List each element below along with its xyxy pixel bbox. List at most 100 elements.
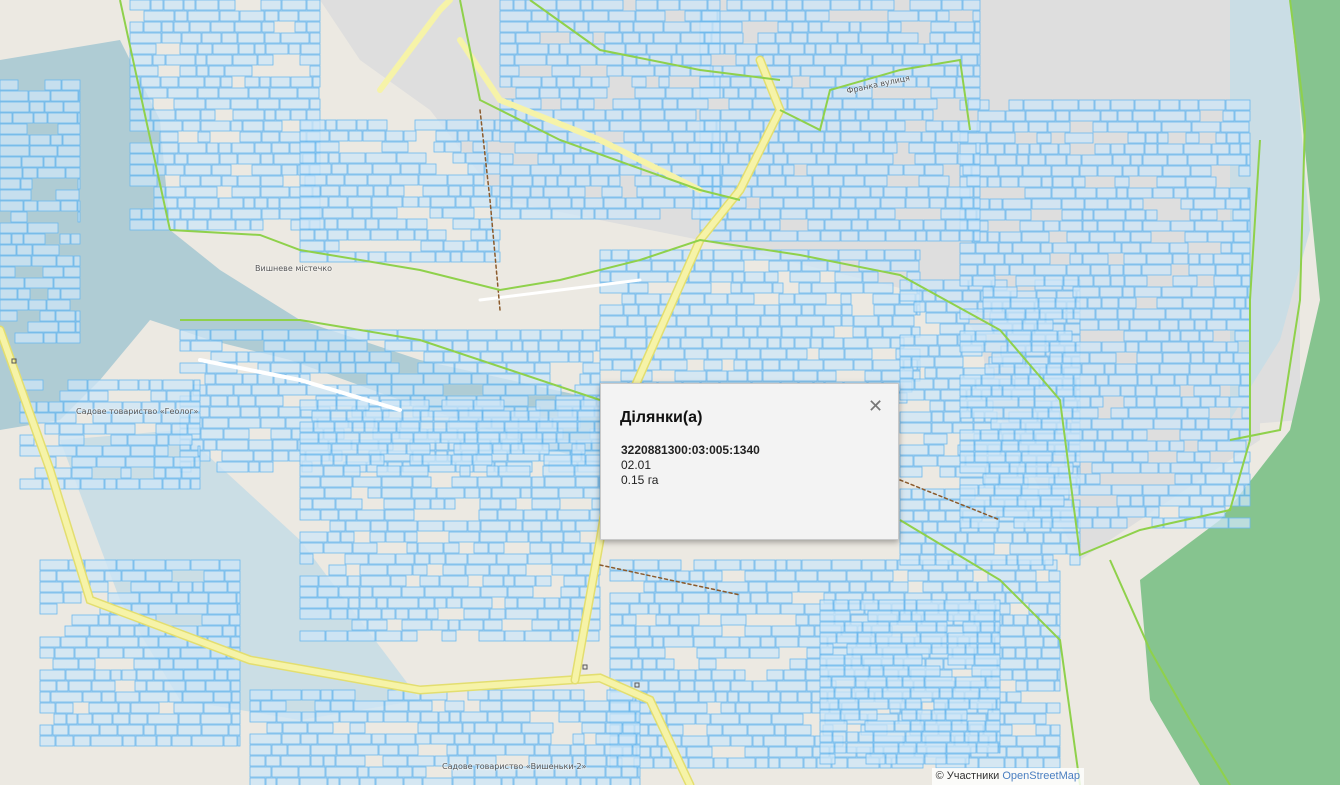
parcel (1043, 532, 1061, 544)
parcel (650, 746, 662, 758)
parcel (1184, 231, 1208, 243)
parcel (801, 304, 815, 316)
parcel (328, 152, 340, 164)
parcel (783, 142, 812, 154)
parcel (1109, 264, 1124, 276)
parcel (64, 478, 81, 490)
parcel (500, 395, 529, 407)
parcel (1193, 198, 1226, 210)
parcel (541, 520, 562, 532)
parcel (1003, 506, 1034, 518)
parcel (1232, 209, 1251, 221)
parcel (575, 520, 601, 532)
parcel (693, 559, 716, 571)
parcel (872, 54, 903, 66)
parcel (1028, 154, 1046, 166)
parcel (452, 777, 475, 785)
parcel (1198, 99, 1226, 111)
parcel (339, 152, 366, 164)
parcel (435, 130, 458, 142)
parcel (150, 109, 176, 121)
parcel (477, 476, 502, 488)
parcel (133, 559, 166, 571)
parcel (1118, 297, 1137, 309)
parcel (653, 348, 685, 360)
parcel (1188, 341, 1204, 353)
parcel (260, 417, 286, 429)
parcel (834, 742, 847, 754)
parcel (337, 218, 366, 230)
parcel (134, 625, 149, 637)
parcel (488, 542, 505, 554)
parcel (228, 417, 261, 429)
parcel (499, 43, 518, 55)
openstreetmap-link[interactable]: OpenStreetMap (1002, 770, 1080, 782)
parcel (899, 510, 914, 522)
parcel (579, 373, 591, 385)
parcel (898, 742, 917, 754)
parcel (1079, 165, 1098, 177)
parcel (1023, 99, 1053, 111)
parcel (782, 164, 795, 176)
parcel (888, 164, 904, 176)
parcel (713, 249, 742, 261)
parcel (560, 98, 578, 110)
parcel (606, 65, 623, 77)
parcel (1151, 374, 1175, 386)
parcel (902, 676, 925, 688)
parcel (1042, 554, 1054, 566)
parcel (1172, 275, 1198, 287)
parcel (780, 337, 795, 349)
parcel (442, 207, 475, 219)
parcel (750, 592, 768, 604)
parcel (290, 109, 307, 121)
parcel (779, 304, 802, 316)
parcel (139, 478, 163, 490)
parcel (330, 608, 348, 620)
parcel (306, 21, 321, 33)
close-icon[interactable]: ✕ (868, 397, 883, 415)
parcel (875, 208, 896, 220)
parcel (478, 443, 493, 455)
parcel (309, 32, 321, 44)
parcel (902, 54, 932, 66)
parcel (82, 691, 102, 703)
parcel (929, 400, 945, 412)
parcel (237, 603, 241, 615)
parcel (935, 554, 953, 566)
parcel (727, 370, 748, 382)
parcel (1072, 407, 1099, 419)
parcel (408, 700, 433, 712)
parcel (310, 744, 337, 756)
parcel (213, 691, 232, 703)
parcel (1015, 757, 1028, 769)
parcel (575, 476, 599, 488)
parcel (735, 120, 764, 132)
parcel (581, 208, 595, 220)
parcel (315, 141, 340, 153)
parcel (463, 608, 490, 620)
parcel (678, 669, 696, 681)
parcel (686, 120, 705, 132)
parcel (899, 389, 925, 401)
parcel (76, 445, 103, 457)
parcel (1200, 396, 1216, 408)
parcel (362, 410, 383, 422)
parcel (1005, 451, 1022, 463)
parcel (155, 423, 172, 435)
parcel (614, 326, 647, 338)
parcel (1179, 99, 1199, 111)
parcel (227, 395, 239, 407)
parcel (1010, 297, 1039, 309)
parcel (986, 132, 1016, 144)
parcel (1187, 187, 1215, 199)
parcel (991, 352, 1024, 364)
parcel (265, 43, 289, 55)
parcel (254, 197, 268, 209)
parcel (738, 87, 756, 99)
parcel (459, 619, 484, 631)
parcel (299, 498, 313, 510)
parcel (460, 711, 488, 723)
parcel (846, 570, 872, 582)
parcel (787, 98, 812, 110)
